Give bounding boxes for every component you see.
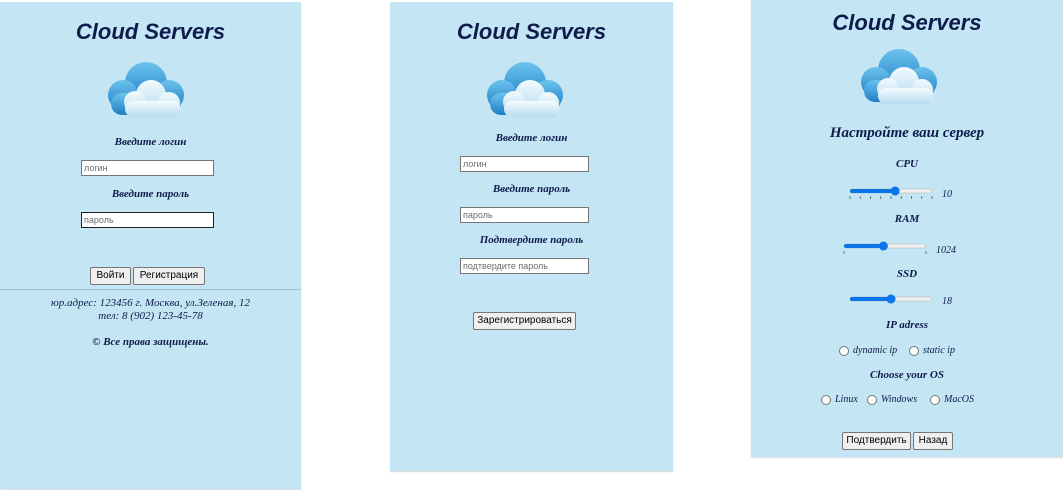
cpu-slider[interactable] — [845, 185, 937, 199]
slider-fill — [850, 297, 891, 301]
slider-fill — [850, 189, 896, 193]
slider-thumb — [886, 294, 896, 304]
copyright-text: © Все права защищены. — [92, 336, 209, 348]
linux-label: Linux — [835, 394, 858, 405]
login-label: Введите логин — [495, 132, 568, 144]
static-ip-radio[interactable] — [909, 346, 919, 356]
login-label: Введите логин — [114, 136, 187, 148]
slider-thumb — [890, 186, 900, 196]
register-button[interactable]: Регистрация — [133, 267, 205, 285]
cloud-logo-icon — [480, 59, 570, 123]
ram-label: RAM — [894, 213, 920, 225]
ip-label: IP adress — [885, 319, 929, 331]
password-label: Введите пароль — [111, 188, 190, 200]
password-input[interactable]: пароль — [460, 207, 589, 223]
static-ip-label: static ip — [923, 345, 955, 356]
phone-text: тел: 8 (902) 123-45-78 — [98, 310, 203, 322]
cloud-logo-icon — [101, 59, 191, 123]
app-title: Cloud Servers — [832, 10, 982, 35]
login-input[interactable]: логин — [460, 156, 589, 172]
ssd-label: SSD — [896, 268, 918, 280]
confirm-password-input[interactable]: подтвердите пароль — [460, 258, 589, 274]
slider-thumb — [878, 241, 888, 251]
login-panel: Cloud Servers Введите логин логин Введит… — [0, 2, 301, 489]
password-label: Введите пароль — [492, 183, 571, 195]
confirm-password-label: Подтвердите пароль — [479, 234, 584, 246]
password-input[interactable]: пароль — [81, 212, 214, 228]
ssd-slider[interactable] — [845, 293, 937, 307]
ssd-value: 18 — [942, 296, 952, 307]
os-label: Choose your OS — [870, 369, 944, 381]
config-heading: Настройте ваш сервер — [829, 125, 985, 141]
macos-radio[interactable] — [930, 395, 940, 405]
cpu-label: CPU — [896, 158, 918, 170]
login-button[interactable]: Войти — [90, 267, 131, 285]
confirm-button[interactable]: Подтвердить — [842, 432, 911, 450]
login-input[interactable]: логин — [81, 160, 214, 176]
register-panel: Cloud Servers Введите логин логин Введит… — [390, 2, 673, 471]
ram-value: 1024 — [936, 245, 956, 256]
dynamic-ip-radio[interactable] — [839, 346, 849, 356]
app-title: Cloud Servers — [75, 19, 226, 44]
slider-fill — [844, 244, 884, 248]
address-text: юр.адрес: 123456 г. Москва, ул.Зеленая, … — [51, 297, 250, 309]
windows-label: Windows — [881, 394, 918, 405]
ram-slider[interactable] — [839, 240, 931, 254]
footer-divider — [0, 289, 301, 290]
back-button[interactable]: Назад — [913, 432, 953, 450]
macos-label: MacOS — [944, 394, 974, 405]
linux-radio[interactable] — [821, 395, 831, 405]
cloud-logo-icon — [854, 46, 944, 110]
config-panel: Cloud Servers Настройте ваш сервер CPU 1… — [751, 0, 1063, 457]
dynamic-ip-label: dynamic ip — [853, 345, 898, 356]
cpu-value: 10 — [942, 189, 952, 200]
app-title: Cloud Servers — [456, 19, 607, 44]
submit-register-button[interactable]: Зарегистрироваться — [473, 312, 576, 330]
windows-radio[interactable] — [867, 395, 877, 405]
